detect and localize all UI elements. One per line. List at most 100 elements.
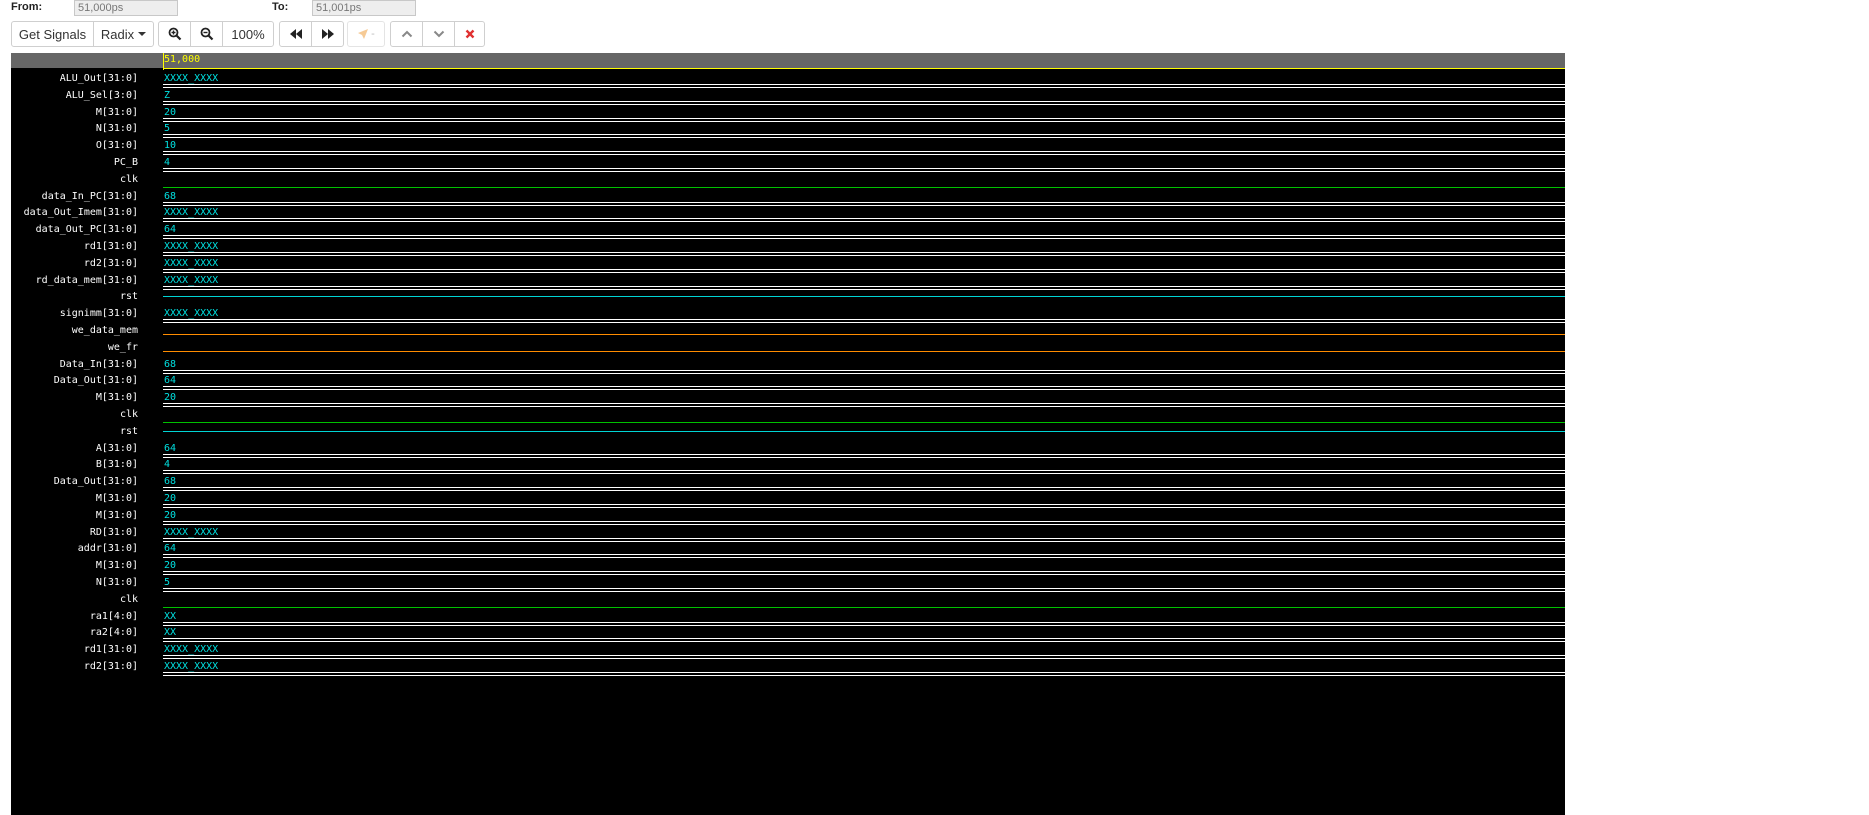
fast-forward-button[interactable] bbox=[311, 21, 344, 47]
radix-dropdown-button[interactable]: Radix bbox=[93, 21, 154, 47]
bus-waveform bbox=[163, 252, 1565, 256]
zoom-out-button[interactable] bbox=[190, 21, 223, 47]
zoom-button-group: 100% bbox=[158, 21, 274, 47]
bus-waveform bbox=[163, 370, 1565, 374]
time-ruler[interactable] bbox=[163, 53, 1565, 68]
bus-waveform bbox=[163, 403, 1565, 407]
signal-name[interactable]: M[31:0] bbox=[11, 560, 138, 572]
bit-waveform bbox=[163, 296, 1565, 297]
previous-transition-button[interactable] bbox=[390, 21, 423, 47]
bus-waveform bbox=[163, 202, 1565, 206]
get-signals-button[interactable]: Get Signals bbox=[11, 21, 94, 47]
to-label: To: bbox=[272, 1, 289, 13]
bus-waveform bbox=[163, 218, 1565, 222]
bus-waveform bbox=[163, 571, 1565, 575]
from-label: From: bbox=[11, 1, 43, 13]
bus-waveform bbox=[163, 386, 1565, 390]
next-transition-button[interactable] bbox=[422, 21, 455, 47]
bus-waveform bbox=[163, 101, 1565, 105]
signal-name[interactable]: B[31:0] bbox=[11, 459, 138, 471]
bit-waveform bbox=[163, 187, 1565, 188]
bus-waveform bbox=[163, 134, 1565, 138]
marker-suffix: - bbox=[371, 28, 375, 40]
signal-name[interactable]: PC_B bbox=[11, 157, 138, 169]
cursor-baseline bbox=[163, 68, 1565, 69]
signal-name[interactable]: RD[31:0] bbox=[11, 527, 138, 539]
signal-name[interactable]: A[31:0] bbox=[11, 443, 138, 455]
signals-button-group: Get Signals Radix bbox=[11, 21, 154, 47]
signal-name[interactable]: rd2[31:0] bbox=[11, 258, 138, 270]
signal-name[interactable]: signimm[31:0] bbox=[11, 308, 138, 320]
signal-name[interactable]: O[31:0] bbox=[11, 140, 138, 152]
bit-waveform bbox=[163, 334, 1565, 335]
signal-name[interactable]: rd2[31:0] bbox=[11, 661, 138, 673]
fast-backward-button[interactable] bbox=[279, 21, 312, 47]
zoom-out-icon bbox=[200, 27, 213, 41]
signal-name[interactable]: rst bbox=[11, 426, 138, 438]
signal-name[interactable]: ra1[4:0] bbox=[11, 611, 138, 623]
marker-button-group: - bbox=[347, 21, 385, 47]
bus-waveform bbox=[163, 286, 1565, 290]
caret-down-icon bbox=[138, 32, 147, 36]
signal-name[interactable]: rd_data_mem[31:0] bbox=[11, 275, 138, 287]
signal-name[interactable]: Data_In[31:0] bbox=[11, 359, 138, 371]
bit-waveform bbox=[163, 422, 1565, 423]
marker-button[interactable]: - bbox=[347, 21, 385, 47]
close-icon bbox=[465, 29, 474, 39]
signal-names-header bbox=[11, 53, 163, 68]
signal-name[interactable]: data_Out_Imem[31:0] bbox=[11, 207, 138, 219]
signal-name[interactable]: Data_Out[31:0] bbox=[11, 476, 138, 488]
transition-button-group bbox=[390, 21, 485, 47]
signal-name[interactable]: Data_Out[31:0] bbox=[11, 375, 138, 387]
clear-button[interactable] bbox=[454, 21, 485, 47]
bus-waveform bbox=[163, 588, 1565, 592]
signal-name[interactable]: rd1[31:0] bbox=[11, 241, 138, 253]
signal-name[interactable]: ra2[4:0] bbox=[11, 627, 138, 639]
signal-name[interactable]: rd1[31:0] bbox=[11, 644, 138, 656]
bus-waveform bbox=[163, 84, 1565, 88]
bus-waveform bbox=[163, 538, 1565, 542]
bus-waveform bbox=[163, 487, 1565, 491]
bus-waveform bbox=[163, 118, 1565, 122]
bus-waveform bbox=[163, 672, 1565, 676]
cursor-time-label: 51,000 bbox=[164, 54, 201, 65]
bit-waveform bbox=[163, 351, 1565, 352]
signal-name[interactable]: clk bbox=[11, 409, 138, 421]
signal-name[interactable]: data_In_PC[31:0] bbox=[11, 191, 138, 203]
bus-waveform bbox=[163, 269, 1565, 273]
signal-name[interactable]: M[31:0] bbox=[11, 107, 138, 119]
signal-name[interactable]: ALU_Out[31:0] bbox=[11, 73, 138, 85]
signal-name[interactable]: N[31:0] bbox=[11, 577, 138, 589]
fast-backward-icon bbox=[289, 29, 302, 39]
signal-name[interactable]: M[31:0] bbox=[11, 493, 138, 505]
waveform-viewer[interactable]: 51,000 ALU_Out[31:0] XXXX_XXXX ALU_Sel[3:0… bbox=[11, 53, 1565, 815]
signal-name[interactable]: ALU_Sel[3:0] bbox=[11, 90, 138, 102]
bus-waveform bbox=[163, 622, 1565, 626]
signal-name[interactable]: clk bbox=[11, 174, 138, 186]
signal-name[interactable]: N[31:0] bbox=[11, 123, 138, 135]
bus-waveform bbox=[163, 168, 1565, 172]
signal-name[interactable]: M[31:0] bbox=[11, 392, 138, 404]
bus-waveform bbox=[163, 638, 1565, 642]
bus-waveform bbox=[163, 454, 1565, 458]
signal-name[interactable]: clk bbox=[11, 594, 138, 606]
signal-name[interactable]: rst bbox=[11, 291, 138, 303]
navigate-button-group bbox=[279, 21, 344, 47]
to-time-input[interactable] bbox=[312, 0, 416, 16]
bus-waveform bbox=[163, 151, 1565, 155]
time-cursor[interactable] bbox=[163, 53, 164, 70]
fast-forward-icon bbox=[321, 29, 334, 39]
chevron-down-icon bbox=[433, 30, 444, 38]
bus-waveform bbox=[163, 521, 1565, 525]
zoom-level-button[interactable]: 100% bbox=[222, 21, 274, 47]
signal-name[interactable]: data_Out_PC[31:0] bbox=[11, 224, 138, 236]
bus-waveform bbox=[163, 504, 1565, 508]
signal-name[interactable]: addr[31:0] bbox=[11, 543, 138, 555]
from-time-input[interactable] bbox=[74, 0, 178, 16]
zoom-in-button[interactable] bbox=[158, 21, 191, 47]
signal-name[interactable]: M[31:0] bbox=[11, 510, 138, 522]
bus-waveform bbox=[163, 554, 1565, 558]
signal-name[interactable]: we_data_mem bbox=[11, 325, 138, 337]
signal-name[interactable]: we_fr bbox=[11, 342, 138, 354]
bus-waveform bbox=[163, 655, 1565, 659]
